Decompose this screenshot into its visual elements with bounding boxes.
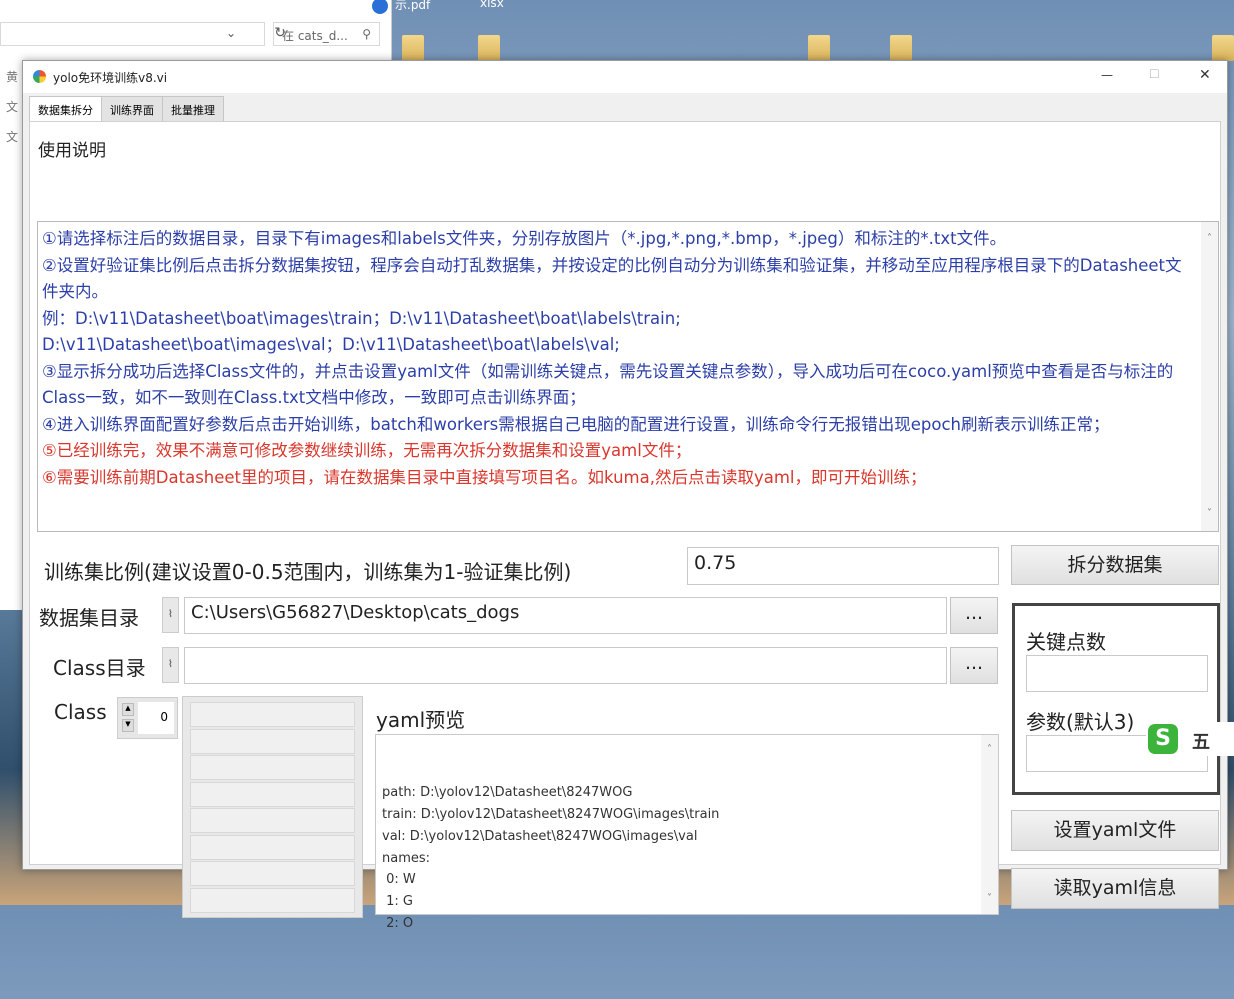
instruction-line: ⑥需要训练前期Datasheet里的项目，请在数据集目录中直接填写项目名。如ku… xyxy=(42,467,927,487)
yaml-line: names: xyxy=(382,850,431,866)
search-placeholder: 在 cats_d... xyxy=(282,29,348,43)
class-array-cell[interactable] xyxy=(190,755,355,780)
search-input[interactable]: 在 cats_d... ⚲ xyxy=(273,22,380,46)
keypoint-count-label: 关键点数 xyxy=(1026,630,1106,654)
yaml-preview-textbox[interactable]: path: D:\yolov12\Datasheet\8247WOG train:… xyxy=(375,734,999,931)
chevron-down-icon[interactable]: ⌄ xyxy=(226,26,236,40)
instructions-heading: 使用说明 xyxy=(38,141,106,161)
scroll-down-icon[interactable]: ˅ xyxy=(1201,501,1218,528)
split-dataset-button[interactable]: 拆分数据集 xyxy=(1011,545,1219,585)
instruction-line: ③显示拆分成功后选择Class文件的，并点击设置yaml文件（如需训练关键点，需… xyxy=(42,361,1174,408)
folder-icon[interactable] xyxy=(808,35,830,61)
ime-toolbar[interactable]: S 五 xyxy=(1146,722,1234,756)
class-array-cell[interactable] xyxy=(190,861,355,886)
yaml-line: path: D:\yolov12\Datasheet\8247WOG xyxy=(382,785,633,801)
maximize-button[interactable]: ☐ xyxy=(1149,67,1160,81)
set-yaml-button[interactable]: 设置yaml文件 xyxy=(1011,810,1219,851)
read-yaml-button[interactable]: 读取yaml信息 xyxy=(1011,868,1219,909)
class-index-spinner[interactable]: ▲ ▼ 0 xyxy=(117,697,178,739)
dataset-dir-browse-button[interactable]: ... xyxy=(950,597,998,634)
class-array xyxy=(182,696,363,918)
side-char: 文 xyxy=(6,100,19,114)
tab-dataset-split[interactable]: 数据集拆分 xyxy=(29,96,102,124)
class-array-cell[interactable] xyxy=(190,781,355,807)
class-dir-label: Class目录 xyxy=(53,656,146,680)
path-browse-icon[interactable]: ⌇ xyxy=(162,647,179,683)
instruction-line: ①请选择标注后的数据目录，目录下有images和labels文件夹，分别存放图片… xyxy=(42,229,1007,248)
class-index-value[interactable]: 0 xyxy=(138,702,174,734)
folder-icon[interactable] xyxy=(402,35,424,61)
yaml-line: 1: G xyxy=(382,893,413,909)
search-icon: ⚲ xyxy=(362,27,371,41)
desktop-file-label[interactable]: 示.pdf xyxy=(395,0,430,13)
ratio-input[interactable]: 0.75 xyxy=(687,547,999,585)
yaml-line: 2: O xyxy=(382,915,414,931)
instruction-line: ②设置好验证集比例后点击拆分数据集按钮，程序会自动打乱数据集，并按设定的比例自动… xyxy=(42,255,1182,302)
folder-icon[interactable] xyxy=(478,35,500,61)
instruction-line: D:\v11\Datasheet\boat\images\val；D:\v11\… xyxy=(42,335,620,354)
scroll-up-icon[interactable]: ˄ xyxy=(981,739,998,761)
instruction-line: 例：D:\v11\Datasheet\boat\images\train；D:\… xyxy=(42,308,681,328)
instructions-textbox[interactable]: ①请选择标注后的数据目录，目录下有images和labels文件夹，分别存放图片… xyxy=(37,221,1219,532)
folder-icon[interactable] xyxy=(1212,35,1234,61)
scrollbar[interactable]: ˄ ˅ xyxy=(981,735,998,914)
scrollbar[interactable]: ˄ ˅ xyxy=(1201,222,1218,531)
instruction-line: ④进入训练界面配置好参数后点击开始训练，batch和workers需根据自己电脑… xyxy=(42,414,1110,434)
dataset-dir-label: 数据集目录 xyxy=(39,606,139,630)
tab-training[interactable]: 训练界面 xyxy=(101,96,163,122)
dataset-dir-input[interactable]: C:\Users\G56827\Desktop\cats_dogs xyxy=(184,597,947,634)
desktop-file-label[interactable]: xlsx xyxy=(480,0,504,10)
tab-bar: 数据集拆分 训练界面 批量推理 xyxy=(29,96,224,124)
minimize-button[interactable]: — xyxy=(1101,68,1113,82)
decrement-icon[interactable]: ▼ xyxy=(122,719,134,732)
keypoint-group: 关键点数 参数(默认3) xyxy=(1012,603,1220,795)
side-char: 黄 xyxy=(6,70,19,84)
yaml-line: 0: W xyxy=(382,872,416,888)
scroll-down-icon[interactable]: ˅ xyxy=(981,888,998,910)
window-title: yolo免环境训练v8.vi xyxy=(53,71,168,85)
ime-mode-label[interactable]: 五 xyxy=(1192,728,1210,754)
folder-icon[interactable] xyxy=(890,35,912,61)
close-button[interactable]: ✕ xyxy=(1199,67,1211,83)
class-array-cell[interactable] xyxy=(190,808,355,833)
class-label: Class xyxy=(54,700,107,724)
title-bar[interactable]: yolo免环境训练v8.vi — ☐ ✕ xyxy=(23,61,1227,93)
class-array-cell[interactable] xyxy=(190,728,355,754)
yaml-preview-label: yaml预览 xyxy=(376,708,466,732)
tab-batch-inference[interactable]: 批量推理 xyxy=(162,96,224,122)
class-array-cell[interactable] xyxy=(190,702,355,727)
yaml-line: val: D:\yolov12\Datasheet\8247WOG\images… xyxy=(382,828,698,844)
tab-panel: 使用说明 ①请选择标注后的数据目录，目录下有images和labels文件夹，分… xyxy=(29,121,1221,931)
keypoint-count-input[interactable] xyxy=(1026,655,1208,692)
class-array-cell[interactable] xyxy=(190,887,355,913)
increment-icon[interactable]: ▲ xyxy=(122,703,134,716)
class-array-cell[interactable] xyxy=(190,834,355,860)
class-dir-browse-button[interactable]: ... xyxy=(950,647,998,684)
side-char: 文 xyxy=(6,130,19,144)
side-chars: 黄文文 xyxy=(6,62,18,152)
app-window: yolo免环境训练v8.vi — ☐ ✕ 数据集拆分 训练界面 批量推理 使用说… xyxy=(22,60,1228,931)
instruction-line: ⑤已经训练完，效果不满意可修改参数继续训练，无需再次拆分数据集和设置yaml文件… xyxy=(42,441,692,460)
class-dir-input[interactable] xyxy=(184,647,947,684)
sogou-ime-icon[interactable]: S xyxy=(1148,724,1178,754)
scroll-up-icon[interactable]: ˄ xyxy=(1201,226,1218,253)
path-browse-icon[interactable]: ⌇ xyxy=(162,597,179,633)
yaml-line: train: D:\yolov12\Datasheet\8247WOG\imag… xyxy=(382,807,720,823)
app-icon xyxy=(33,70,46,83)
keypoint-param-label: 参数(默认3) xyxy=(1026,710,1135,734)
address-bar[interactable]: ⌄ ↻ xyxy=(0,22,286,46)
ratio-label: 训练集比例(建议设置0-0.5范围内，训练集为1-验证集比例) xyxy=(44,560,572,584)
